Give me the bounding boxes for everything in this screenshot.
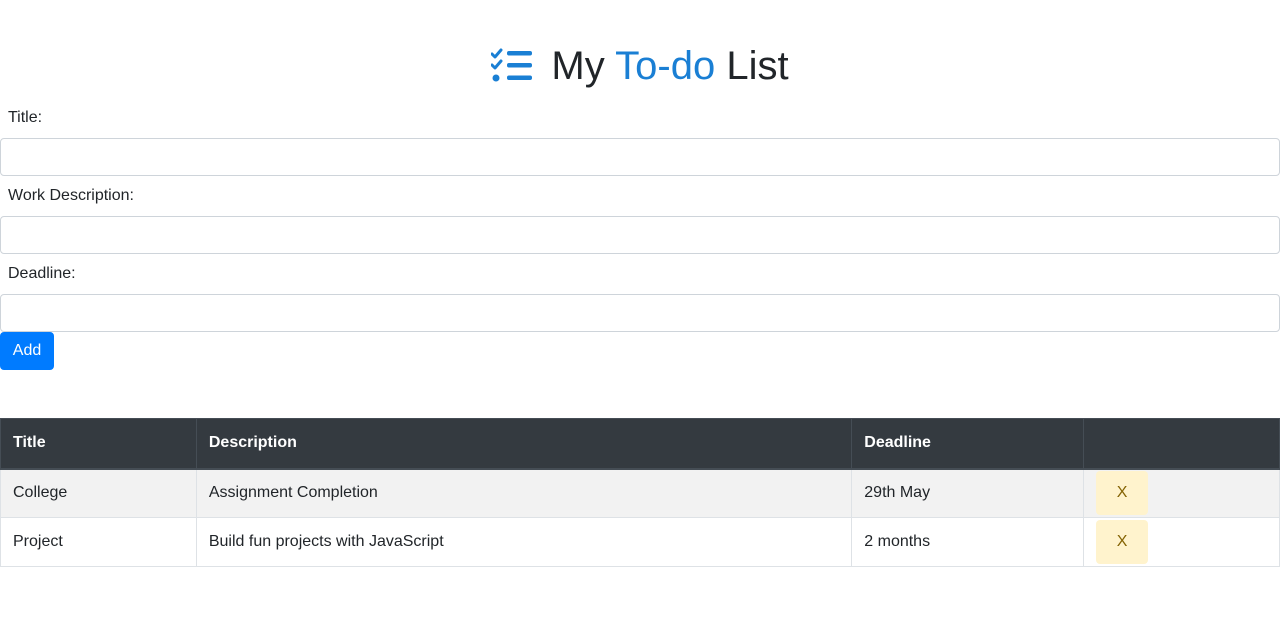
cell-title: Project: [0, 517, 197, 567]
todo-table: Title Description Deadline College Assig…: [0, 418, 1280, 567]
column-header-title: Title: [0, 418, 197, 470]
table-row: Project Build fun projects with JavaScri…: [0, 517, 1280, 567]
description-label: Work Description:: [8, 187, 134, 204]
deadline-input[interactable]: [0, 294, 1280, 332]
page-header: My To-do List: [0, 40, 1280, 92]
table-row: College Assignment Completion 29th May X: [0, 468, 1280, 518]
page-title: My To-do List: [551, 41, 788, 91]
cell-title: College: [0, 468, 197, 518]
title-label: Title:: [8, 109, 43, 126]
deadline-label: Deadline:: [8, 265, 76, 282]
title-part-my: My: [551, 44, 616, 88]
cell-action: X: [1083, 517, 1280, 567]
add-button[interactable]: Add: [0, 332, 54, 370]
title-input[interactable]: [0, 138, 1280, 176]
table-header-row: Title Description Deadline: [0, 418, 1280, 470]
cell-description: Assignment Completion: [195, 468, 853, 518]
cell-deadline: 29th May: [851, 468, 1085, 518]
column-header-deadline: Deadline: [851, 418, 1085, 470]
delete-button[interactable]: X: [1096, 520, 1149, 564]
column-header-action: [1083, 418, 1280, 470]
delete-button[interactable]: X: [1096, 471, 1149, 516]
cell-action: X: [1083, 468, 1280, 518]
column-header-description: Description: [195, 418, 853, 470]
description-input[interactable]: [0, 216, 1280, 254]
checklist-icon: [491, 48, 533, 82]
cell-description: Build fun projects with JavaScript: [195, 517, 853, 567]
title-part-list: List: [715, 44, 789, 88]
cell-deadline: 2 months: [851, 517, 1085, 567]
title-part-todo: To-do: [615, 44, 716, 88]
